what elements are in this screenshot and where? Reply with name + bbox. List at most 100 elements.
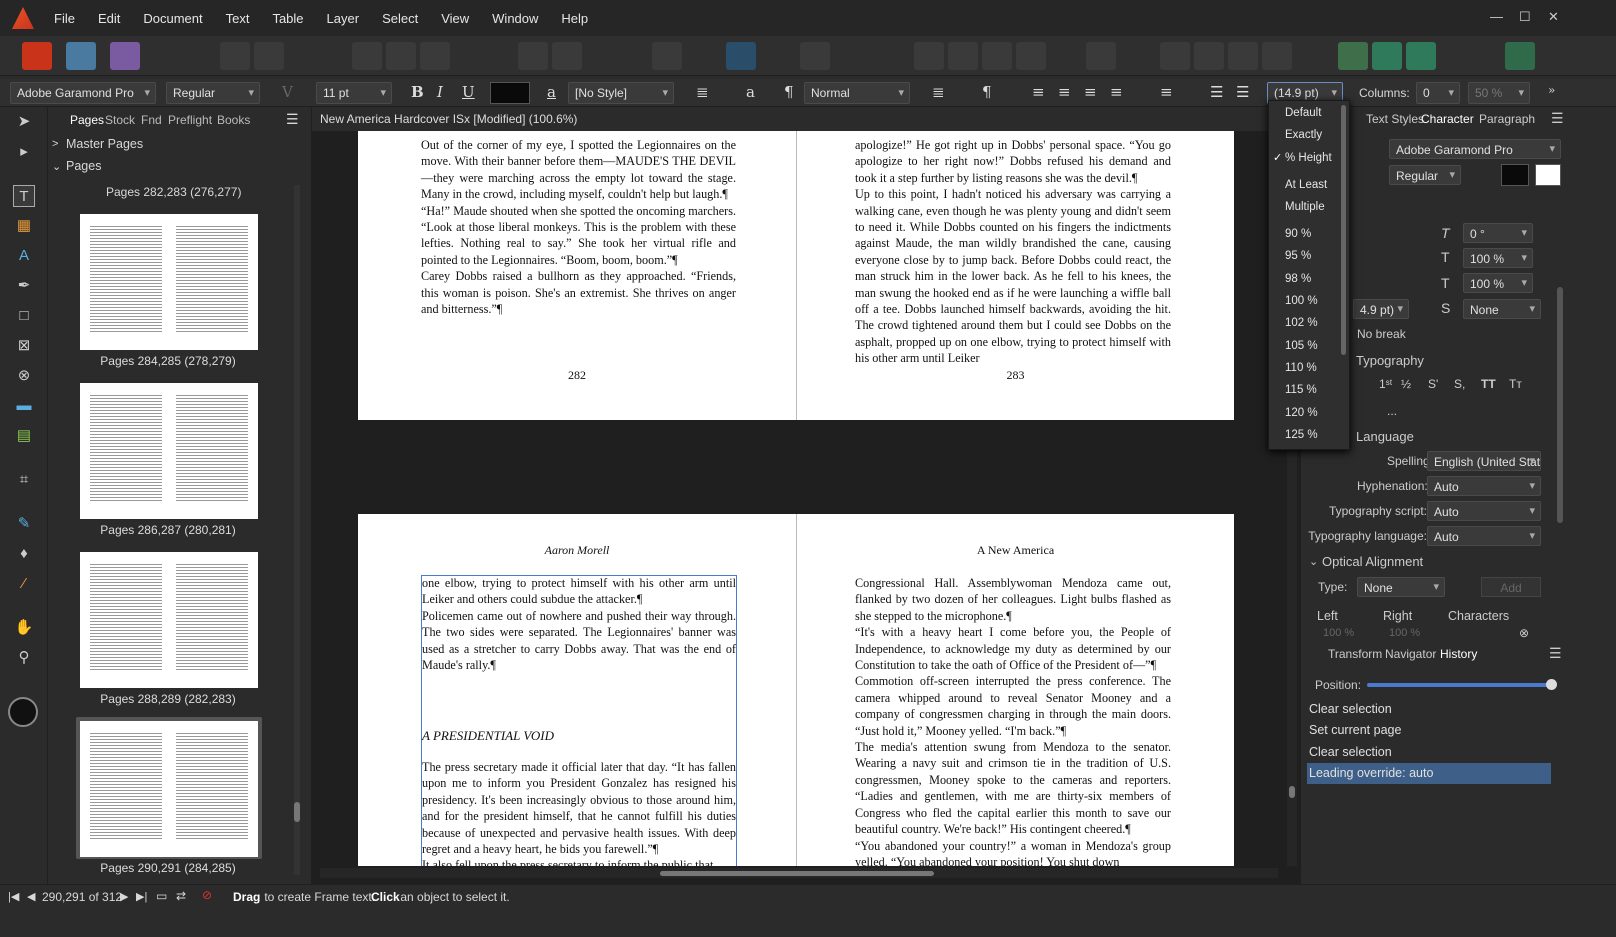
spread-thumbnail[interactable] [80, 383, 258, 519]
leading-option[interactable]: 120 % [1285, 407, 1318, 419]
link-icon[interactable]: ⇄ [176, 889, 186, 903]
pages-header[interactable]: Pages [66, 159, 101, 173]
menu-edit[interactable]: Edit [98, 11, 120, 26]
page-283[interactable]: apologize!” He got right up in Dobbs' pe… [796, 131, 1234, 420]
boolean-intersect-icon[interactable] [982, 42, 1012, 70]
hand-tool-icon[interactable]: ✋ [13, 617, 35, 639]
column-gutter-input[interactable]: 50 % [1468, 82, 1530, 104]
page-285[interactable]: A New America Congressional Hall. Assemb… [796, 514, 1234, 866]
leading-option-checked[interactable]: % Height [1285, 152, 1332, 164]
page-282[interactable]: Out of the corner of my eye, I spotted t… [358, 131, 796, 420]
more-chevron-icon[interactable]: » [1548, 83, 1555, 97]
pages-scrollbar-thumb[interactable] [294, 802, 300, 822]
crop-tool-icon[interactable]: ⌗ [13, 469, 35, 491]
spelling-select[interactable]: English (United States) [1427, 451, 1541, 471]
typo-fraction-icon[interactable]: ½ [1401, 377, 1411, 391]
place-image-tool-icon[interactable]: ▬ [13, 395, 35, 417]
transparency-tool-icon[interactable]: ♦ [13, 543, 35, 565]
align-icon[interactable] [1086, 42, 1116, 70]
view-icon[interactable]: ▭ [156, 889, 167, 903]
typo-more-icon[interactable]: ... [1387, 404, 1397, 418]
page-view-icon[interactable] [352, 42, 382, 70]
leading-option[interactable]: 90 % [1285, 228, 1311, 240]
history-entry[interactable]: Clear selection [1307, 742, 1551, 763]
font-traits-icon[interactable]: V [282, 83, 293, 101]
scale-h-input[interactable]: 100 % [1463, 248, 1533, 268]
arrange-icon[interactable] [552, 42, 582, 70]
leading-option[interactable]: Default [1285, 107, 1321, 119]
photo-persona-icon[interactable] [110, 42, 140, 70]
leading-option[interactable]: Multiple [1285, 201, 1325, 213]
leading-option[interactable]: Exactly [1285, 129, 1322, 141]
leading-option[interactable]: 98 % [1285, 273, 1311, 285]
typo-superscript-icon[interactable]: 1ˢᵗ [1379, 377, 1392, 391]
view-mode-icon[interactable] [386, 42, 416, 70]
character-style-select[interactable]: [No Style] [568, 82, 674, 104]
typo-sub-icon[interactable]: S, [1454, 377, 1465, 391]
menu-view[interactable]: View [441, 11, 469, 26]
designer-persona-icon[interactable] [66, 42, 96, 70]
rectangle-tool-icon[interactable]: □ [13, 305, 35, 327]
pages-chevron-icon[interactable]: ⌄ [52, 160, 61, 173]
scale-v-input[interactable]: 100 % [1463, 273, 1533, 293]
studio-link-icon[interactable] [1372, 42, 1402, 70]
panel-menu-icon[interactable]: ☰ [1551, 110, 1564, 127]
tab-history[interactable]: History [1440, 647, 1477, 661]
numbering-icon[interactable]: ☰ [1236, 83, 1249, 101]
underline-icon[interactable]: U [462, 83, 475, 101]
optical-alignment-header[interactable]: Optical Alignment [1322, 554, 1423, 569]
zoom-tool-icon[interactable]: ⚲ [13, 647, 35, 669]
spread-thumbnail-selected[interactable] [80, 721, 258, 857]
no-break-label[interactable]: No break [1357, 327, 1406, 341]
pen-tool-icon[interactable]: ✒ [13, 275, 35, 297]
minimize-icon[interactable]: — [1490, 9, 1503, 24]
view-mode-2-icon[interactable] [420, 42, 450, 70]
node-tool-icon[interactable]: ▸ [13, 141, 35, 163]
flip-v-icon[interactable] [1228, 42, 1258, 70]
leading-option[interactable]: At Least [1285, 179, 1327, 191]
font-family-select[interactable]: Adobe Garamond Pro [10, 82, 156, 104]
menu-window[interactable]: Window [492, 11, 538, 26]
history-menu-icon[interactable]: ☰ [1549, 645, 1562, 662]
publisher-persona-icon[interactable] [22, 42, 52, 70]
share-icon[interactable] [1406, 42, 1436, 70]
history-entry-selected[interactable]: Leading override: auto [1307, 763, 1551, 784]
preferences-icon[interactable] [220, 42, 250, 70]
preview-eye-icon[interactable] [652, 42, 682, 70]
leading-option[interactable]: 105 % [1285, 340, 1318, 352]
snapping-magnet-icon[interactable] [800, 42, 830, 70]
text-wrap-icon[interactable]: ≣ [696, 83, 709, 101]
tab-stock[interactable]: Stock [105, 113, 135, 127]
history-position-slider[interactable] [1367, 683, 1551, 687]
history-entry[interactable]: Clear selection [1307, 699, 1551, 720]
font-style-select[interactable]: Regular [166, 82, 260, 104]
optical-type-select[interactable]: None [1357, 577, 1445, 597]
bullets-icon[interactable]: ☰ [1210, 83, 1223, 101]
section-typography[interactable]: Typography [1356, 353, 1424, 368]
account-avatar-icon[interactable] [1505, 42, 1535, 70]
character-panel-icon[interactable]: a [746, 83, 755, 101]
menu-select[interactable]: Select [382, 11, 418, 26]
right-value[interactable]: 100 % [1389, 627, 1420, 639]
leading-option[interactable]: 100 % [1285, 295, 1318, 307]
prev-page-icon[interactable]: ◀ [27, 890, 35, 903]
master-pages-chevron-icon[interactable]: > [52, 138, 58, 150]
menu-document[interactable]: Document [143, 11, 202, 26]
leading-option[interactable]: 110 % [1285, 362, 1317, 374]
spread-thumbnail[interactable] [80, 552, 258, 688]
menu-table[interactable]: Table [272, 11, 303, 26]
section-language[interactable]: Language [1356, 429, 1414, 444]
fill-tool-icon[interactable]: ✎ [13, 513, 35, 535]
move-tool-icon[interactable]: ➤ [13, 111, 35, 133]
columns-input[interactable]: 0 [1416, 82, 1460, 104]
align-left-icon[interactable]: ≡ [1032, 83, 1045, 101]
paragraph-panel-icon[interactable]: ¶ [982, 83, 992, 101]
char-color-swatch[interactable] [1501, 164, 1529, 186]
history-entry[interactable]: Set current page [1307, 720, 1551, 741]
typo-allcaps-icon[interactable]: TT [1481, 377, 1496, 391]
boolean-subtract-icon[interactable] [948, 42, 978, 70]
align-center-icon[interactable]: ≡ [1058, 83, 1071, 101]
text-color-swatch[interactable] [490, 82, 530, 104]
tab-transform[interactable]: Transform [1328, 647, 1382, 661]
artistic-text-tool-icon[interactable]: A [13, 245, 35, 267]
